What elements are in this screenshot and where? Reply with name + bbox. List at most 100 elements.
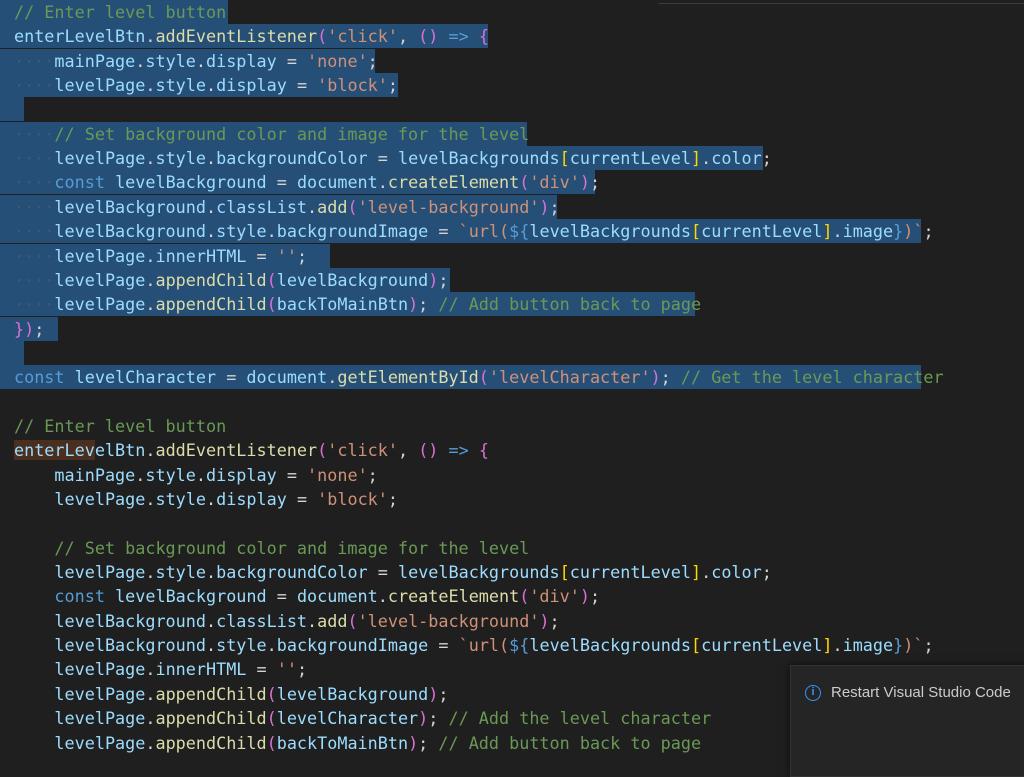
- code-token: ;: [660, 367, 681, 388]
- code-token: add: [317, 196, 348, 217]
- code-token: ····: [14, 75, 55, 96]
- code-token: classList: [216, 610, 308, 631]
- code-line[interactable]: enterLevelBtn.addEventListener('click', …: [14, 438, 489, 462]
- code-token: levelBackground: [115, 586, 267, 607]
- code-token: (: [519, 586, 530, 607]
- code-token: // Add button back to page: [438, 732, 702, 753]
- code-token: (: [347, 196, 358, 217]
- code-token: style: [155, 75, 206, 96]
- code-token: ;: [296, 659, 308, 680]
- code-token: .: [266, 221, 277, 242]
- code-token: const: [54, 586, 105, 607]
- code-line[interactable]: ····mainPage.style.display = 'none';: [0, 48, 378, 73]
- code-token: .: [145, 269, 156, 290]
- code-token: {: [478, 26, 489, 47]
- code-line[interactable]: levelBackground.style.backgroundImage = …: [14, 633, 933, 657]
- code-token: levelPage: [54, 489, 146, 509]
- code-line[interactable]: mainPage.style.display = 'none';: [14, 463, 378, 487]
- code-token: '': [276, 659, 297, 680]
- code-line[interactable]: const levelBackground = document.createE…: [14, 584, 600, 608]
- code-token: (: [266, 732, 277, 753]
- code-token: ): [428, 683, 439, 704]
- code-line[interactable]: levelPage.appendChild(levelCharacter); /…: [14, 706, 711, 730]
- code-token: levelBackground: [276, 269, 429, 290]
- code-token: color: [711, 148, 762, 169]
- code-token: {: [478, 440, 489, 461]
- code-token: .: [377, 172, 388, 193]
- code-token: currentLevel: [569, 562, 691, 583]
- code-token: )`: [903, 635, 924, 656]
- code-line[interactable]: const levelCharacter = document.getEleme…: [0, 365, 944, 390]
- code-token: createElement: [387, 586, 520, 607]
- code-token: backgroundColor: [216, 148, 368, 169]
- code-line[interactable]: ····levelPage.appendChild(levelBackgroun…: [0, 267, 450, 292]
- code-line[interactable]: ····levelPage.appendChild(backToMainBtn)…: [0, 292, 702, 317]
- code-token: innerHTML: [155, 245, 247, 266]
- code-line[interactable]: levelPage.style.backgroundColor = levelB…: [14, 560, 771, 584]
- code-token: addEventListener: [155, 440, 318, 461]
- code-line[interactable]: levelPage.style.display = 'block';: [14, 487, 398, 511]
- code-token: document: [296, 172, 378, 193]
- code-token: currentLevel: [701, 635, 823, 656]
- code-token: ····: [14, 196, 55, 217]
- code-line[interactable]: ····levelPage.style.display = 'block';: [0, 73, 398, 98]
- code-token: =: [286, 75, 318, 96]
- code-token: ····: [14, 221, 55, 242]
- code-token: // Enter level button: [14, 2, 227, 22]
- code-line[interactable]: levelPage.appendChild(levelBackground);: [14, 682, 448, 706]
- code-line[interactable]: ····levelBackground.classList.add('level…: [0, 194, 560, 219]
- code-line[interactable]: levelPage.innerHTML = '';: [14, 657, 307, 681]
- code-token: ): [408, 294, 419, 315]
- code-line[interactable]: ····levelBackground.style.backgroundImag…: [0, 219, 934, 244]
- code-token: .: [195, 50, 206, 71]
- code-editor[interactable]: // Enter level button enterLevelBtn.addEv…: [0, 0, 1024, 765]
- code-line[interactable]: ····levelPage.style.backgroundColor = le…: [0, 146, 772, 171]
- code-token: 'none': [307, 50, 368, 71]
- code-token: appendChild: [155, 269, 267, 290]
- code-token: 'block': [317, 75, 388, 96]
- code-token: .: [135, 50, 146, 71]
- code-token: ····: [14, 245, 55, 266]
- code-token: enterLev: [14, 440, 95, 461]
- code-token: levelBackgrounds: [397, 562, 560, 583]
- code-line[interactable]: levelBackground.classList.add('level-bac…: [14, 609, 559, 633]
- code-token: ): [428, 269, 439, 290]
- code-line[interactable]: ····levelPage.innerHTML = '';: [0, 243, 330, 268]
- code-token: =>: [438, 440, 479, 461]
- code-token: levelBackground: [115, 172, 267, 193]
- code-line[interactable]: });: [0, 316, 58, 341]
- code-token: ): [408, 732, 419, 753]
- code-token: .: [145, 294, 156, 315]
- code-token: .: [205, 610, 217, 631]
- code-token: .: [195, 464, 206, 485]
- code-token: style: [145, 464, 196, 485]
- code-line[interactable]: // Enter level button: [0, 0, 228, 24]
- code-line[interactable]: ····// Set background color and image fo…: [0, 121, 529, 146]
- code-line[interactable]: // Set background color and image for th…: [14, 536, 529, 560]
- selection-highlight: [0, 97, 24, 122]
- notification-toast[interactable]: i Restart Visual Studio Code: [790, 665, 1024, 777]
- code-token: // Add button back to page: [438, 294, 702, 315]
- code-token: =: [276, 50, 308, 71]
- code-token: =: [216, 367, 247, 388]
- code-token: (: [266, 708, 277, 729]
- code-line[interactable]: ····const levelBackground = document.cre…: [0, 170, 600, 195]
- code-token: 'level-background': [357, 196, 540, 217]
- code-token: =: [246, 245, 277, 266]
- code-token: }: [893, 221, 904, 242]
- code-token: (): [418, 440, 439, 461]
- code-token: .: [205, 196, 217, 217]
- code-token: ;: [367, 464, 378, 485]
- code-token: .: [145, 75, 156, 96]
- code-line[interactable]: // Enter level button: [14, 414, 226, 438]
- code-line[interactable]: enterLevelBtn.addEventListener('click', …: [0, 24, 489, 49]
- code-token: .: [145, 245, 156, 266]
- code-line[interactable]: levelPage.appendChild(backToMainBtn); //…: [14, 731, 701, 755]
- code-token: =: [428, 635, 459, 656]
